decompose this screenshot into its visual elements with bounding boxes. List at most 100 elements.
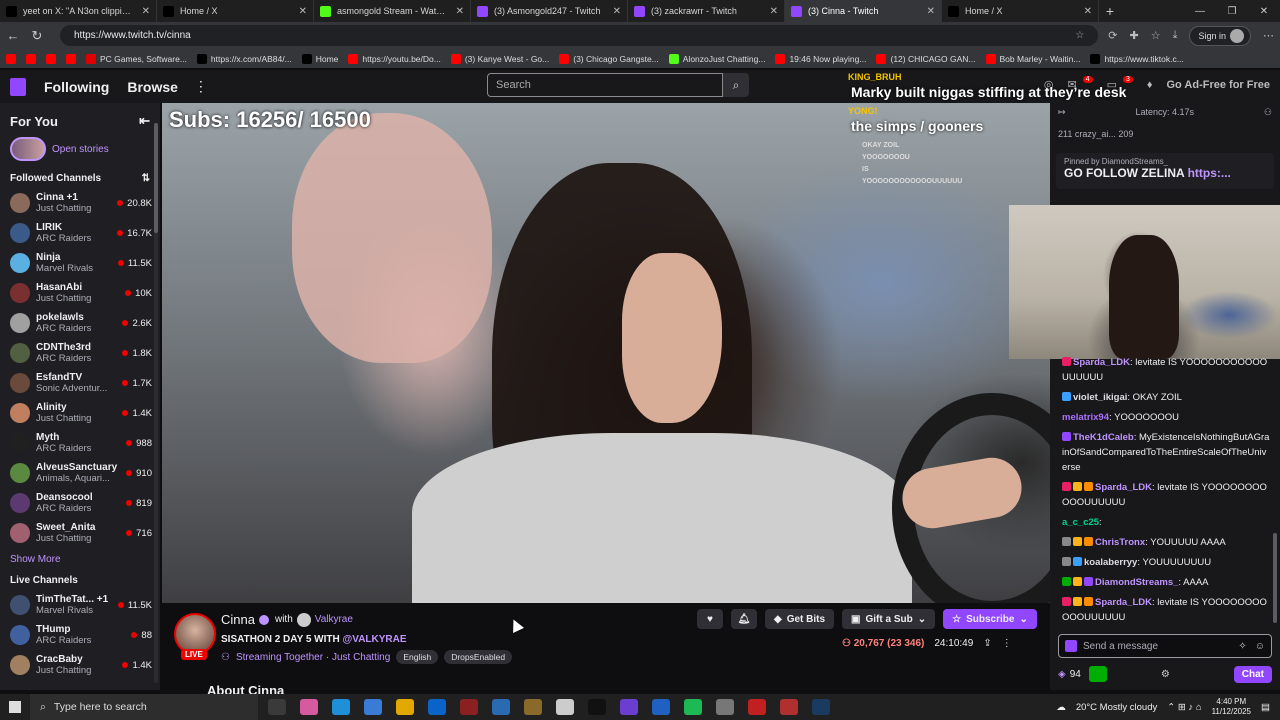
bookmark-item[interactable]: PC Games, Software... bbox=[86, 53, 187, 64]
notifications-button[interactable]: 🔔︎ bbox=[731, 609, 757, 629]
chat-username[interactable]: TheK1dCaleb bbox=[1073, 432, 1134, 443]
browser-tab[interactable]: (3) Cinna - Twitch ✕ bbox=[785, 0, 942, 22]
browser-tab[interactable]: (3) Asmongold247 - Twitch ✕ bbox=[471, 0, 628, 22]
close-window-icon[interactable]: ✕ bbox=[1248, 0, 1280, 22]
edge-icon[interactable] bbox=[332, 699, 350, 715]
bookmark-item[interactable]: Bob Marley - Waitin... bbox=[985, 53, 1080, 64]
sidebar-channel-item[interactable]: Cinna +1 Just Chatting 20.8K bbox=[0, 188, 160, 218]
spotify-icon[interactable] bbox=[684, 699, 702, 715]
chat-badge-icon[interactable] bbox=[1062, 597, 1071, 606]
app-icon[interactable] bbox=[588, 699, 606, 715]
sidebar-channel-item[interactable]: Ninja Marvel Rivals 11.5K bbox=[0, 248, 160, 278]
bookmark-star-icon[interactable]: ☆ bbox=[1075, 30, 1084, 41]
app-icon[interactable] bbox=[556, 699, 574, 715]
tag-pill[interactable]: English bbox=[396, 650, 439, 664]
bookmark-item[interactable]: https://x.com/AB84/... bbox=[196, 53, 292, 64]
close-tab-icon[interactable]: ✕ bbox=[456, 6, 464, 17]
browser-tab[interactable]: asmongold Stream - Watch Live ✕ bbox=[314, 0, 471, 22]
start-button[interactable] bbox=[0, 701, 30, 713]
close-tab-icon[interactable]: ✕ bbox=[770, 6, 778, 17]
channel-points[interactable]: ◈ 94 bbox=[1058, 669, 1081, 680]
nav-browse[interactable]: Browse bbox=[127, 79, 178, 95]
ad-free-link[interactable]: Go Ad-Free for Free bbox=[1167, 79, 1271, 91]
chat-badge-icon[interactable] bbox=[1073, 557, 1082, 566]
extension-icon[interactable]: ⟳ bbox=[1108, 29, 1117, 42]
chat-username[interactable]: ChrisTronx bbox=[1095, 537, 1145, 548]
taskbar-search[interactable]: ⌕ Type here to search bbox=[30, 694, 258, 720]
chat-username[interactable]: koalaberryy bbox=[1084, 557, 1137, 568]
pinned-message[interactable]: Pinned by DiamondStreams_ GO FOLLOW ZELI… bbox=[1056, 153, 1274, 189]
sign-in-button[interactable]: Sign in bbox=[1189, 25, 1251, 46]
favorites-icon[interactable]: ☆ bbox=[1151, 29, 1161, 42]
search-icon[interactable]: ⌕ bbox=[723, 73, 749, 97]
app-icon[interactable] bbox=[620, 699, 638, 715]
bookmark-item[interactable] bbox=[26, 53, 36, 64]
chat-username[interactable]: Sparda_LDK bbox=[1095, 597, 1152, 608]
browser-tab[interactable]: Home / X ✕ bbox=[157, 0, 314, 22]
app-icon[interactable] bbox=[524, 699, 542, 715]
chat-badge-icon[interactable] bbox=[1062, 482, 1071, 491]
collapse-sidebar-icon[interactable]: ⇤ bbox=[139, 113, 150, 129]
sidebar-channel-item[interactable]: AlveusSanctuary Animals, Aquari... 910 bbox=[0, 458, 160, 488]
chat-scrollbar[interactable] bbox=[1273, 533, 1277, 623]
emote-icon[interactable]: ☺ bbox=[1255, 641, 1265, 652]
chat-badge-icon[interactable] bbox=[1084, 577, 1093, 586]
bookmark-item[interactable] bbox=[66, 53, 76, 64]
app-icon[interactable] bbox=[780, 699, 798, 715]
steam-icon[interactable] bbox=[812, 699, 830, 715]
sidebar-channel-item[interactable]: Alinity Just Chatting 1.4K bbox=[0, 398, 160, 428]
restore-icon[interactable]: ❐ bbox=[1216, 0, 1248, 22]
tag-pill[interactable]: DropsEnabled bbox=[444, 650, 513, 664]
notifications-icon[interactable]: ▤ bbox=[1261, 702, 1270, 713]
users-icon[interactable]: ⚇ bbox=[1264, 107, 1272, 125]
close-tab-icon[interactable]: ✕ bbox=[927, 6, 935, 17]
pinned-link[interactable]: https:... bbox=[1188, 166, 1231, 180]
sidebar-channel-item[interactable]: TimTheTat... +1 Marvel Rivals 11.5K bbox=[0, 590, 160, 620]
close-tab-icon[interactable]: ✕ bbox=[1084, 6, 1092, 17]
new-tab-icon[interactable]: + bbox=[1099, 0, 1121, 22]
close-tab-icon[interactable]: ✕ bbox=[142, 6, 150, 17]
outlook-icon[interactable] bbox=[428, 699, 446, 715]
store-icon[interactable] bbox=[364, 699, 382, 715]
tray-icons[interactable]: ⌃ ⊞ ♪ ⌂ bbox=[1167, 702, 1201, 713]
reload-icon[interactable]: ↻ bbox=[30, 28, 44, 44]
follow-heart-button[interactable]: ♥ bbox=[697, 609, 723, 629]
chat-badge-icon[interactable] bbox=[1062, 392, 1071, 401]
chat-badge-icon[interactable] bbox=[1062, 557, 1071, 566]
chat-send-button[interactable]: Chat bbox=[1233, 665, 1272, 683]
browser-tab[interactable]: yeet on X: "A N3on clipping acco ✕ bbox=[0, 0, 157, 22]
points-bonus-button[interactable] bbox=[1088, 666, 1107, 682]
chat-username[interactable]: melatrix94 bbox=[1062, 412, 1109, 423]
chat-badge-icon[interactable] bbox=[1062, 432, 1071, 441]
open-stories-button[interactable]: Open stories bbox=[0, 135, 160, 169]
bookmark-item[interactable]: 19:46 Now playing... bbox=[775, 53, 866, 64]
subscribe-button[interactable]: ☆ Subscribe ⌄ bbox=[943, 609, 1037, 629]
copilot-icon[interactable] bbox=[300, 699, 318, 715]
chat-badge-icon[interactable] bbox=[1084, 482, 1093, 491]
chat-badge-icon[interactable] bbox=[1062, 537, 1071, 546]
close-tab-icon[interactable]: ✕ bbox=[299, 6, 307, 17]
chat-badge-icon[interactable] bbox=[1073, 597, 1082, 606]
app-icon[interactable] bbox=[652, 699, 670, 715]
sidebar-channel-item[interactable]: Deansocool ARC Raiders 819 bbox=[0, 488, 160, 518]
collab-avatar[interactable] bbox=[296, 612, 311, 627]
chat-username[interactable]: DiamondStreams_ bbox=[1095, 577, 1178, 588]
bookmark-item[interactable] bbox=[6, 53, 16, 64]
weather-text[interactable]: 20°C Mostly cloudy bbox=[1076, 702, 1157, 713]
sidebar-channel-item[interactable]: THump ARC Raiders 88 bbox=[0, 620, 160, 650]
chat-username[interactable]: Sparda_LDK bbox=[1095, 482, 1152, 493]
bookmark-item[interactable]: AlonzoJust Chatting... bbox=[668, 53, 765, 64]
chat-badge-icon[interactable] bbox=[1062, 577, 1071, 586]
chat-input[interactable]: Send a message ✧ ☺ bbox=[1058, 634, 1272, 658]
show-more-link[interactable]: Show More bbox=[0, 548, 160, 571]
task-view-icon[interactable] bbox=[268, 699, 286, 715]
app-icon[interactable] bbox=[460, 699, 478, 715]
sidebar-channel-item[interactable]: Sweet_Anita Just Chatting 716 bbox=[0, 518, 160, 548]
bookmark-item[interactable]: (3) Kanye West - Go... bbox=[450, 53, 549, 64]
sidebar-channel-item[interactable]: Myth ARC Raiders 988 bbox=[0, 428, 160, 458]
share-icon[interactable]: ⇪ bbox=[983, 638, 991, 649]
extensions-puzzle-icon[interactable]: ✚ bbox=[1130, 29, 1139, 42]
stream-title-mention[interactable]: @VALKYRAE bbox=[343, 634, 407, 645]
browser-tab[interactable]: Home / X ✕ bbox=[942, 0, 1099, 22]
gift-sub-button[interactable]: ▣ Gift a Sub ⌄ bbox=[842, 609, 936, 629]
